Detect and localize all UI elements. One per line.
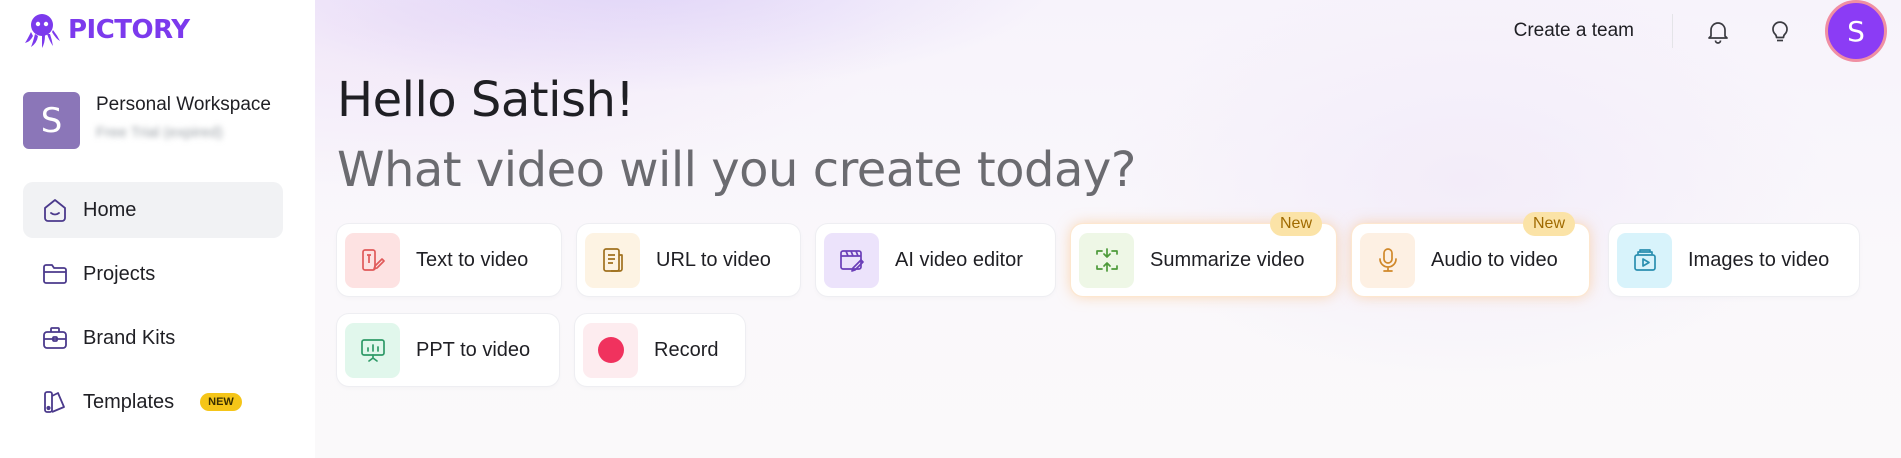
greeting-heading: Hello Satish! — [337, 72, 635, 128]
workspace-switcher[interactable]: S Personal Workspace Free Trial (expired… — [23, 92, 271, 149]
card-label: PPT to video — [416, 338, 531, 361]
card-label: URL to video — [656, 248, 771, 271]
new-badge: New — [1522, 212, 1575, 236]
workspace-name: Personal Workspace — [96, 94, 271, 115]
images-icon — [1617, 232, 1672, 288]
new-badge: NEW — [200, 393, 242, 411]
ppt-to-video-card[interactable]: PPT to video — [337, 314, 559, 386]
sidebar-item-home[interactable]: Home — [23, 182, 283, 238]
divider — [1672, 14, 1673, 48]
sidebar-item-label: Home — [83, 198, 137, 221]
octopus-icon — [25, 14, 60, 48]
card-label: Text to video — [416, 248, 529, 271]
images-to-video-card[interactable]: Images to video — [1609, 224, 1859, 296]
calendar-edit-icon — [824, 232, 879, 288]
card-label: AI video editor — [895, 248, 1023, 271]
summarize-video-card[interactable]: Summarize video New — [1071, 212, 1336, 296]
card-label: Audio to video — [1431, 248, 1558, 271]
text-to-video-card[interactable]: Text to video — [337, 224, 561, 296]
sidebar-item-brand-kits[interactable]: Brand Kits — [23, 310, 283, 366]
bell-icon[interactable] — [1701, 14, 1735, 48]
document-icon — [585, 232, 640, 288]
brand-name: PICTORY — [68, 15, 190, 45]
sidebar-item-label: Templates — [83, 390, 175, 413]
sidebar-item-projects[interactable]: Projects — [23, 246, 283, 302]
pictory-logo[interactable]: PICTORY — [22, 10, 190, 50]
home-icon — [41, 196, 69, 224]
url-to-video-card[interactable]: URL to video — [577, 224, 800, 296]
sidebar-item-label: Brand Kits — [83, 326, 176, 349]
audio-to-video-card[interactable]: Audio to video New — [1352, 212, 1589, 296]
new-badge: New — [1269, 212, 1322, 236]
sidebar-item-templates[interactable]: Templates NEW — [23, 374, 283, 430]
sidebar: PICTORY S Personal Workspace Free Trial … — [0, 0, 315, 458]
main-content: Create a team S Hello Satish! What video… — [315, 0, 1901, 458]
text-to-video-icon — [345, 232, 400, 288]
folder-icon — [41, 260, 69, 288]
record-icon — [583, 322, 638, 378]
prompt-heading: What video will you create today? — [337, 142, 1136, 198]
create-team-button[interactable]: Create a team — [1514, 20, 1634, 42]
palette-icon — [41, 388, 69, 416]
briefcase-icon — [41, 324, 69, 352]
workspace-avatar: S — [23, 92, 80, 149]
top-bar: Create a team S — [1514, 0, 1901, 62]
card-label: Summarize video — [1150, 248, 1305, 271]
record-card[interactable]: Record — [575, 314, 745, 386]
sidebar-item-label: Projects — [83, 262, 156, 285]
user-avatar[interactable]: S — [1825, 0, 1887, 62]
summarize-icon — [1079, 232, 1134, 288]
presentation-icon — [345, 322, 400, 378]
microphone-icon — [1360, 232, 1415, 288]
workspace-plan: Free Trial (expired) — [96, 124, 223, 141]
lightbulb-icon[interactable] — [1763, 14, 1797, 48]
ai-video-editor-card[interactable]: AI video editor — [816, 224, 1055, 296]
card-label: Images to video — [1688, 248, 1830, 271]
card-label: Record — [654, 338, 719, 361]
sidebar-nav: Home Projects Brand Kits Templates NEW — [23, 182, 283, 438]
